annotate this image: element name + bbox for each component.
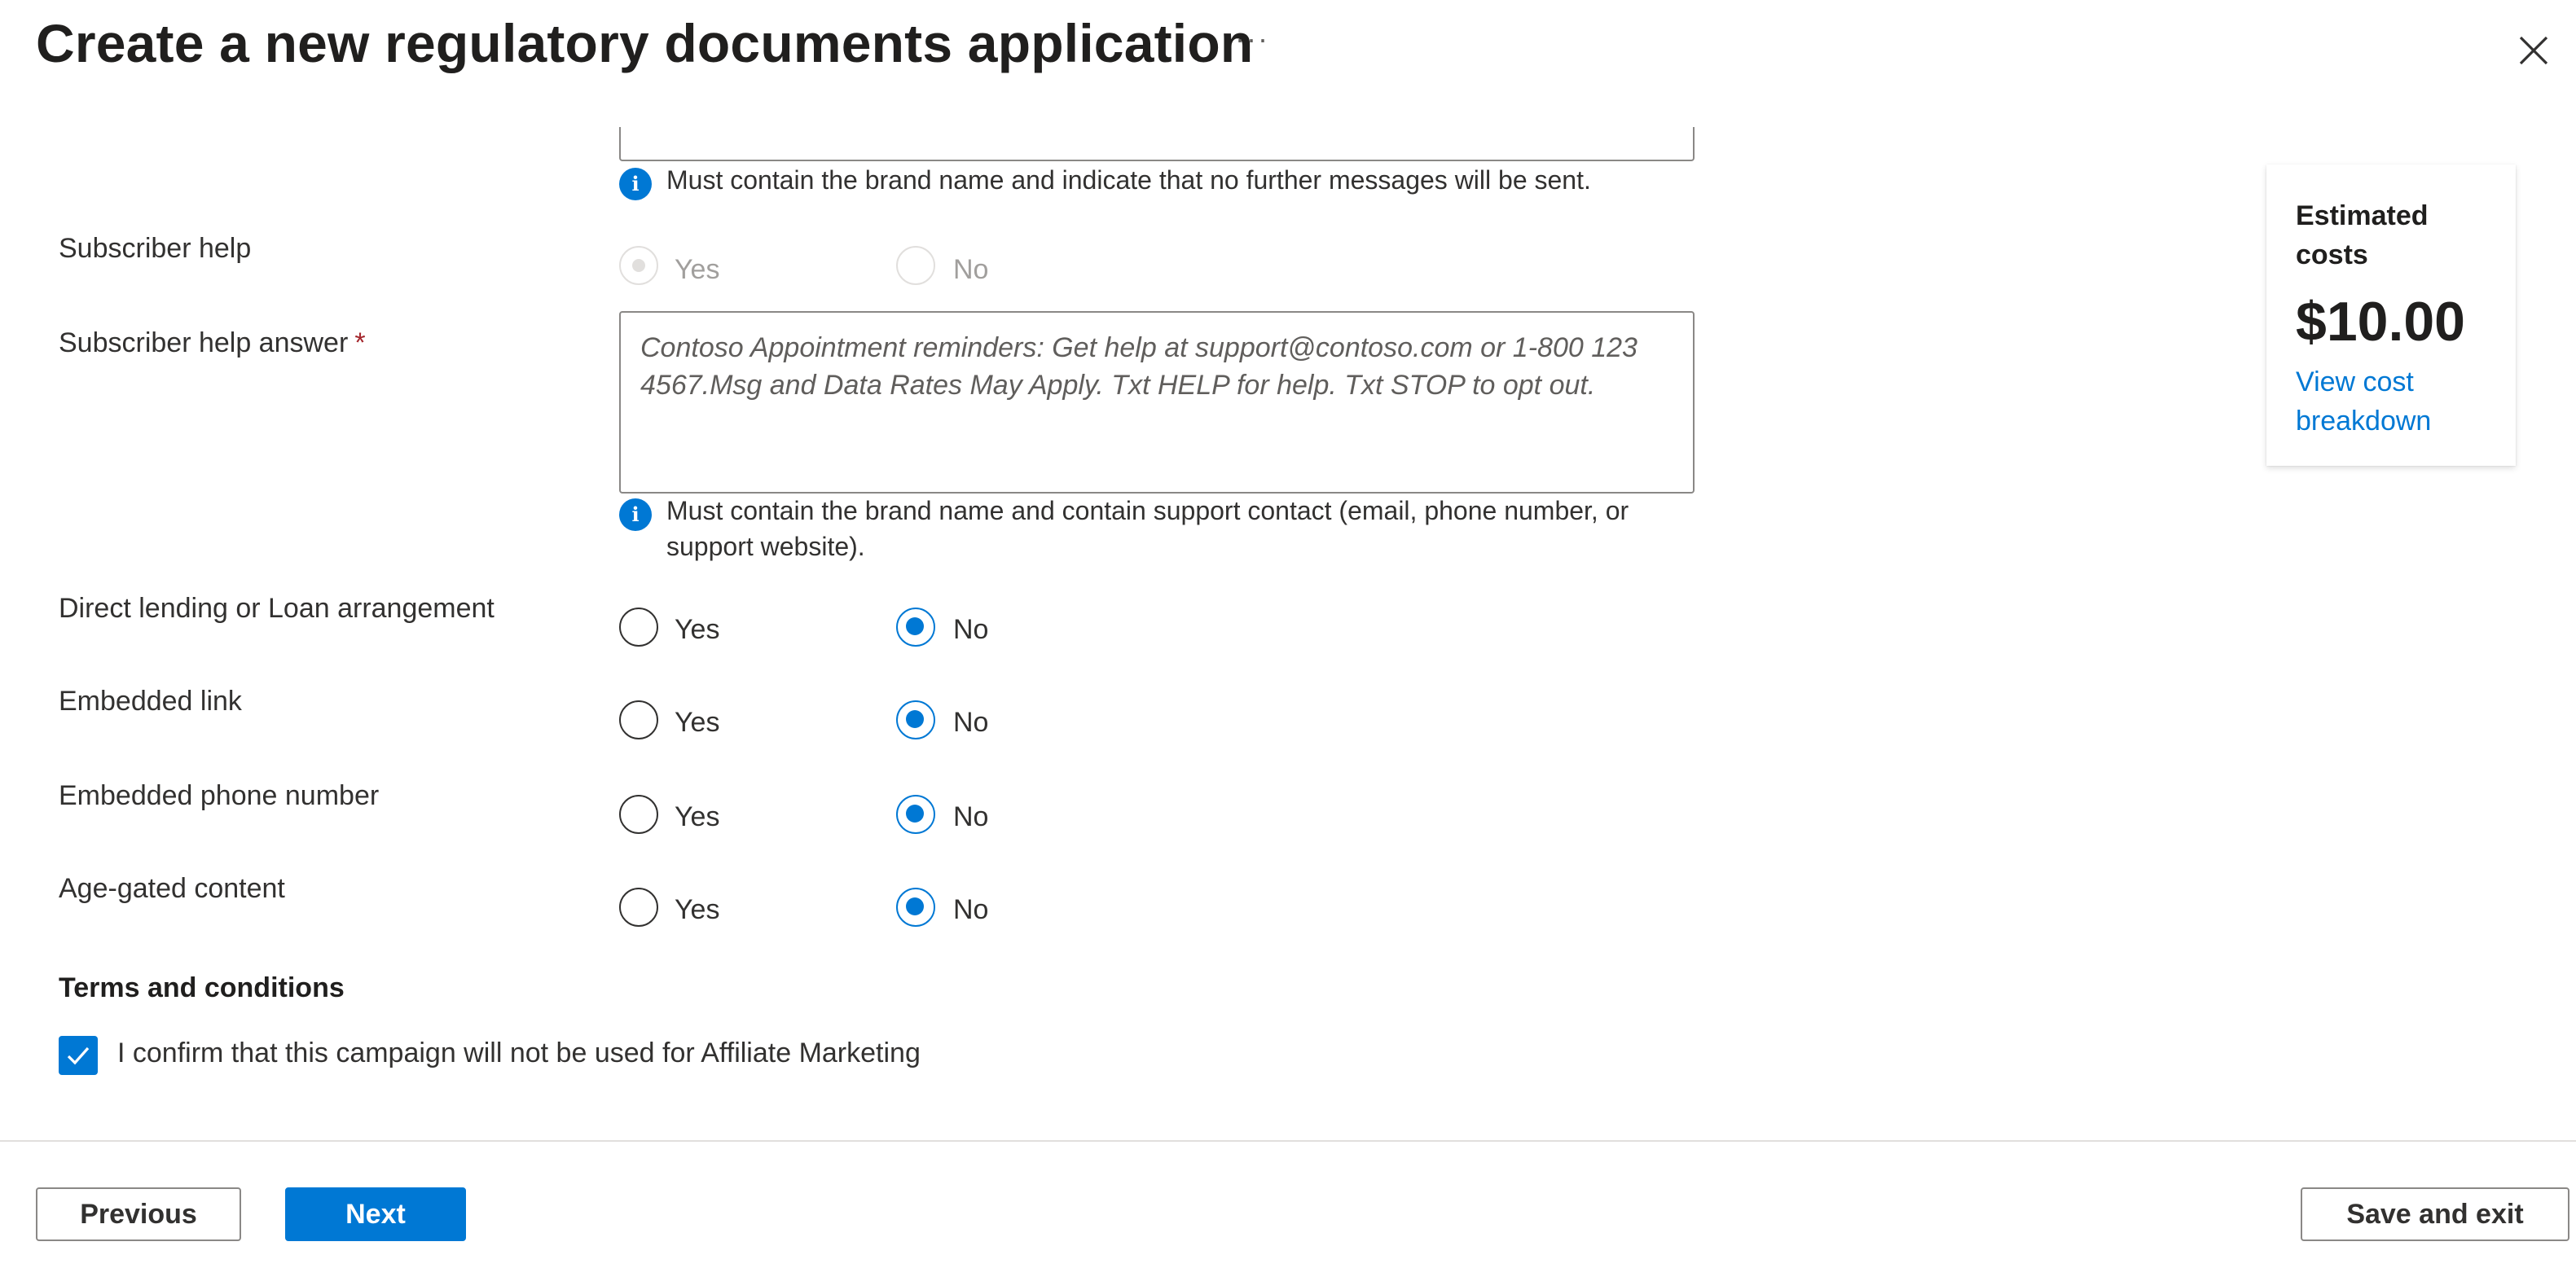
subscriber-help-yes-radio [619,246,658,285]
checkmark-icon [67,1046,90,1065]
info-icon: i [619,168,652,200]
subscriber-help-no-radio [896,246,935,285]
age-gated-yes-label: Yes [675,894,720,925]
subscriber-help-answer-label: Subscriber help answer * [59,327,366,360]
direct-lending-yes-label: Yes [675,614,720,645]
embedded-link-yes-label: Yes [675,707,720,738]
required-mark: * [354,327,366,358]
affiliate-marketing-label: I confirm that this campaign will not be… [117,1038,921,1068]
subscriber-help-answer-info-text: Must contain the brand name and contain … [666,498,1629,562]
age-gated-label: Age-gated content [59,873,285,904]
previous-button[interactable]: Previous [36,1187,241,1241]
age-gated-no-radio[interactable] [896,888,935,927]
age-gated-yes-radio[interactable] [619,888,658,927]
embedded-phone-yes-label: Yes [675,801,720,832]
subscriber-help-label: Subscriber help [59,233,252,264]
estimated-costs-title: Estimated costs [2296,200,2429,270]
close-icon[interactable] [2516,33,2552,68]
embedded-link-yes-radio[interactable] [619,700,658,739]
save-and-exit-button[interactable]: Save and exit [2301,1187,2569,1241]
estimated-costs-value: $10.00 [2296,292,2465,353]
estimated-costs-card: Estimated costs $10.00 View cost breakdo… [2266,165,2516,466]
opt-out-info-text: Must contain the brand name and indicate… [666,168,1591,195]
next-button[interactable]: Next [285,1187,466,1241]
page: Create a new regulatory documents applic… [0,0,2576,1268]
embedded-link-no-radio[interactable] [896,700,935,739]
opt-out-info: i Must contain the brand name and indica… [619,165,1695,200]
embedded-link-label: Embedded link [59,686,242,717]
info-icon: i [619,498,652,531]
view-cost-breakdown-link[interactable]: View cost breakdown [2296,363,2486,441]
embedded-phone-label: Embedded phone number [59,780,380,811]
opt-out-answer-textarea[interactable] [619,127,1695,161]
direct-lending-no-radio[interactable] [896,608,935,647]
page-title: Create a new regulatory documents applic… [36,13,1254,73]
direct-lending-label: Direct lending or Loan arrangement [59,593,495,624]
affiliate-marketing-checkbox[interactable] [59,1036,98,1075]
direct-lending-no-label: No [953,614,989,645]
embedded-link-no-label: No [953,707,989,738]
embedded-phone-no-label: No [953,801,989,832]
subscriber-help-answer-label-text: Subscriber help answer [59,327,349,358]
subscriber-help-no-label: No [953,254,989,285]
subscriber-help-answer-info: i Must contain the brand name and contai… [619,495,1695,567]
footer-divider [0,1140,2576,1142]
age-gated-no-label: No [953,894,989,925]
embedded-phone-no-radio[interactable] [896,795,935,834]
direct-lending-yes-radio[interactable] [619,608,658,647]
embedded-phone-yes-radio[interactable] [619,795,658,834]
terms-title: Terms and conditions [59,972,345,1003]
subscriber-help-answer-textarea[interactable]: Contoso Appointment reminders: Get help … [619,311,1695,494]
more-options-icon[interactable]: ··· [1235,23,1269,57]
subscriber-help-yes-label: Yes [675,254,720,285]
